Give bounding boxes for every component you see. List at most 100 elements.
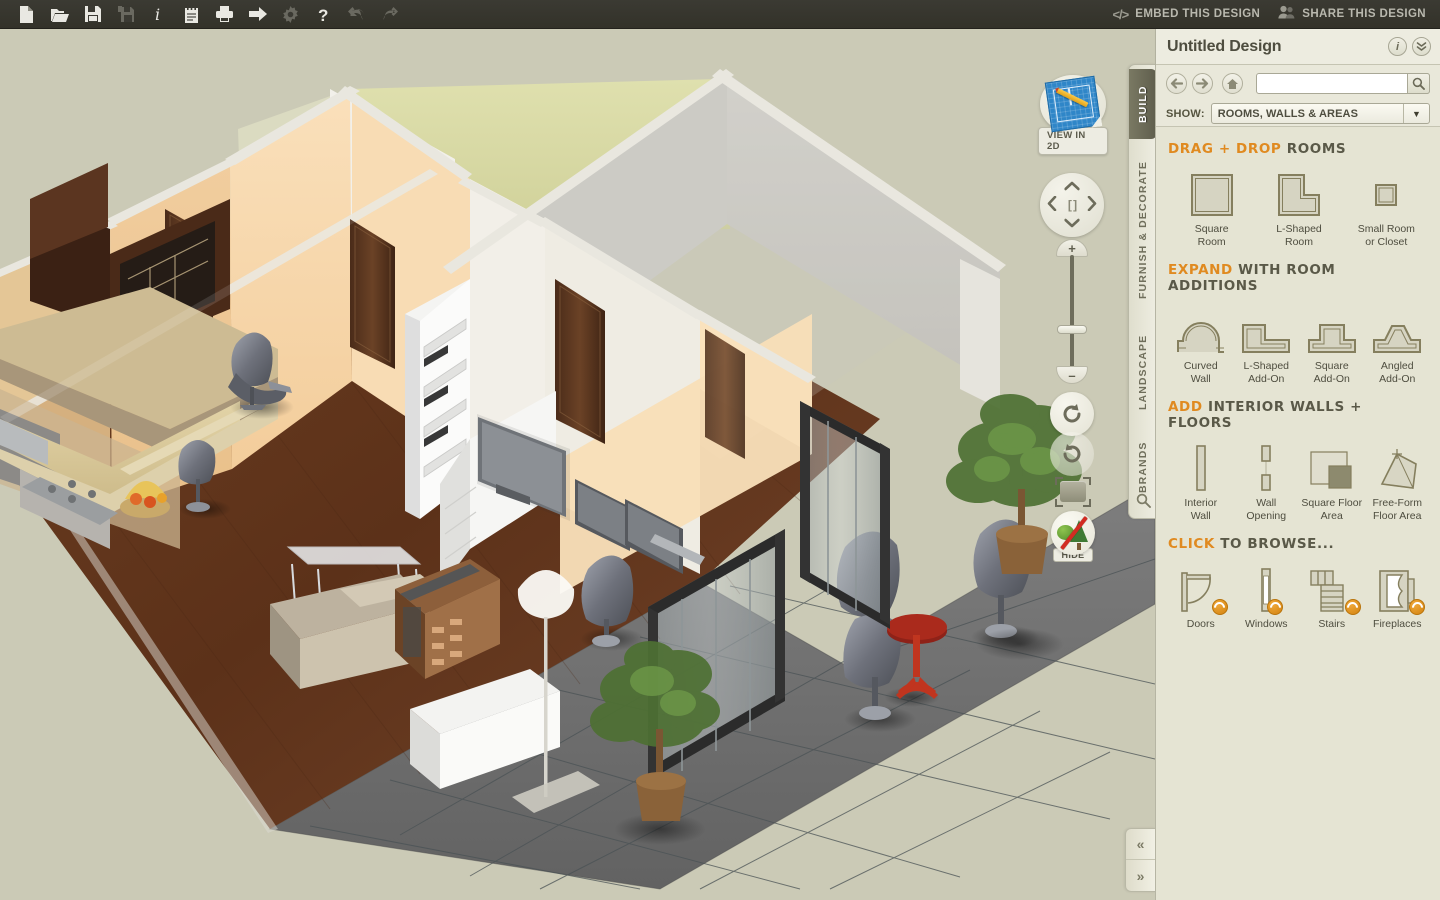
palette-item-square-add-on[interactable]: Square Add-On [1299, 303, 1365, 385]
rail-tab-build[interactable]: BUILD [1129, 69, 1157, 139]
panel-header: Untitled Design i [1156, 29, 1440, 65]
palette-item-square-room[interactable]: Square Room [1168, 166, 1255, 248]
recenter-button[interactable]: [ ] [1068, 199, 1077, 211]
rail-tab-landscape[interactable]: LANDSCAPE [1129, 320, 1157, 425]
arrow-right-icon [1196, 78, 1209, 89]
redo-icon[interactable] [373, 1, 406, 28]
export-icon[interactable] [241, 1, 274, 28]
info-icon[interactable]: i [142, 1, 175, 28]
search-input[interactable] [1257, 74, 1429, 94]
section-items-expand-room-additions: Curved Wall L-Shaped Add-On Square Add-On Angl… [1168, 303, 1430, 385]
search-button[interactable] [1407, 73, 1430, 94]
show-select[interactable]: ROOMS, WALLS & AREAS ▼ [1210, 103, 1430, 124]
hide-landscape-button[interactable]: HIDE [1051, 511, 1095, 562]
fit-to-screen-button[interactable] [1055, 477, 1091, 507]
palette-item-stairs[interactable]: Stairs [1299, 561, 1365, 631]
panel-info-button[interactable]: i [1388, 37, 1407, 56]
pan-right-button[interactable] [1087, 195, 1097, 214]
pan-up-button[interactable] [1064, 179, 1080, 194]
square-addon-icon [1306, 303, 1358, 355]
app-root: i? </> EMBED THIS DESIGN SHARE THIS DESI… [0, 0, 1440, 900]
fireplace-icon [1375, 561, 1426, 615]
rotate-counterclockwise-button[interactable] [1050, 392, 1094, 436]
panel-back-button[interactable] [1166, 73, 1187, 94]
zoom-out-button[interactable]: – [1056, 366, 1088, 384]
palette-item-angled-add-on[interactable]: Angled Add-On [1365, 303, 1431, 385]
home-icon [1227, 78, 1238, 89]
top-toolbar: i? </> EMBED THIS DESIGN SHARE THIS DESI… [0, 0, 1440, 29]
share-this-design-button[interactable]: SHARE THIS DESIGN [1278, 5, 1426, 24]
panel-sections: DRAG + DROP ROOMS Square Room L-Shaped Room S… [1156, 127, 1440, 631]
palette-item-fireplaces[interactable]: Fireplaces [1365, 561, 1431, 631]
panel-search[interactable] [1256, 73, 1430, 94]
section-expand-room-additions: EXPAND WITH ROOM ADDITIONS Curved Wall L-Sh… [1168, 262, 1430, 385]
pan-left-button[interactable] [1047, 195, 1057, 214]
door-icon [1180, 561, 1228, 615]
view-in-2d-button[interactable]: VIEW IN 2D [1038, 75, 1108, 155]
rotate-clockwise-button[interactable] [1050, 432, 1094, 476]
section-heading-expand-room-additions: EXPAND WITH ROOM ADDITIONS [1168, 262, 1336, 294]
collapse-left-button[interactable]: « [1126, 829, 1155, 860]
show-select-value: ROOMS, WALLS & AREAS [1217, 107, 1359, 120]
zoom-slider[interactable]: + – [1056, 239, 1088, 384]
rail-tab-furnish-decorate[interactable]: FURNISH & DECORATE [1129, 145, 1157, 315]
palette-item-doors[interactable]: Doors [1168, 561, 1234, 631]
design-title: Untitled Design [1167, 37, 1282, 55]
new-file-icon[interactable] [10, 1, 43, 28]
palette-item-square-floor-area[interactable]: Square Floor Area [1299, 440, 1365, 522]
section-heading-click-to-browse: CLICK TO BROWSE... [1168, 536, 1335, 552]
open-folder-icon[interactable] [43, 1, 76, 28]
section-items-drag-drop-rooms: Square Room L-Shaped Room Small Room or Close… [1168, 166, 1430, 248]
notes-icon[interactable] [175, 1, 208, 28]
design-canvas-3d[interactable]: VIEW IN 2D [ ] + – HIDE [0, 29, 1155, 900]
palette-item-curved-wall[interactable]: Curved Wall [1168, 303, 1234, 385]
browse-badge-icon [1211, 599, 1228, 615]
blueprint-pencil-icon [1044, 75, 1101, 133]
zoom-track[interactable] [1070, 255, 1074, 368]
palette-item-small-room-or-closet[interactable]: Small Room or Closet [1343, 166, 1430, 248]
angled-addon-icon [1371, 303, 1423, 355]
rotate-ccw-icon [1063, 404, 1081, 423]
save-icon[interactable] [76, 1, 109, 28]
palette-item-l-shaped-add-on[interactable]: L-Shaped Add-On [1234, 303, 1300, 385]
svg-text:?: ? [318, 6, 328, 23]
palette-item-label: Angled Add-On [1379, 360, 1416, 385]
palette-item-interior-wall[interactable]: Interior Wall [1168, 440, 1234, 522]
embed-this-design-button[interactable]: </> EMBED THIS DESIGN [1112, 7, 1260, 22]
search-icon [1412, 77, 1425, 90]
l-shaped-addon-icon [1240, 303, 1292, 355]
browse-badge-icon [1267, 599, 1284, 615]
panel-collapse-button[interactable] [1412, 37, 1431, 56]
settings-gear-icon[interactable] [274, 1, 307, 28]
palette-item-label: Interior Wall [1184, 497, 1218, 522]
panel-forward-button[interactable] [1192, 73, 1213, 94]
help-icon[interactable]: ? [307, 1, 340, 28]
pan-down-button[interactable] [1064, 216, 1080, 231]
section-heading-drag-drop-rooms: DRAG + DROP ROOMS [1168, 141, 1347, 157]
palette-item-windows[interactable]: Windows [1234, 561, 1300, 631]
pan-navigation-pad[interactable]: [ ] [1040, 173, 1104, 237]
embed-label: EMBED THIS DESIGN [1135, 8, 1261, 20]
palette-item-label: Stairs [1318, 618, 1346, 630]
vertical-tab-rail: BUILD FURNISH & DECORATE LANDSCAPE BRAND… [1128, 64, 1157, 519]
zoom-thumb[interactable] [1057, 325, 1087, 334]
l-shaped-room-icon [1276, 166, 1322, 218]
palette-item-label: Fireplaces [1373, 618, 1422, 630]
palette-item-free-form-floor-area[interactable]: Free-Form Floor Area [1365, 440, 1431, 522]
palette-item-l-shaped-room[interactable]: L-Shaped Room [1255, 166, 1342, 248]
save-as-icon[interactable] [109, 1, 142, 28]
collapse-right-button[interactable]: » [1126, 860, 1155, 891]
print-icon[interactable] [208, 1, 241, 28]
show-label: SHOW: [1166, 107, 1205, 120]
section-click-to-browse: CLICK TO BROWSE... Doors Windows Stairs Fire… [1168, 536, 1430, 631]
palette-item-wall-opening[interactable]: Wall Opening [1234, 440, 1300, 522]
section-drag-drop-rooms: DRAG + DROP ROOMS Square Room L-Shaped Room S… [1168, 141, 1430, 248]
chevron-down-icon[interactable]: ▼ [1403, 104, 1429, 123]
undo-icon[interactable] [340, 1, 373, 28]
panel-home-button[interactable] [1222, 73, 1243, 94]
palette-item-label: Doors [1186, 618, 1215, 630]
toolbar-right-links: </> EMBED THIS DESIGN SHARE THIS DESIGN [1112, 5, 1440, 24]
palette-item-label: L-Shaped Room [1276, 223, 1322, 248]
rail-search-icon[interactable] [1129, 486, 1157, 514]
palette-item-label: Square Add-On [1313, 360, 1350, 385]
